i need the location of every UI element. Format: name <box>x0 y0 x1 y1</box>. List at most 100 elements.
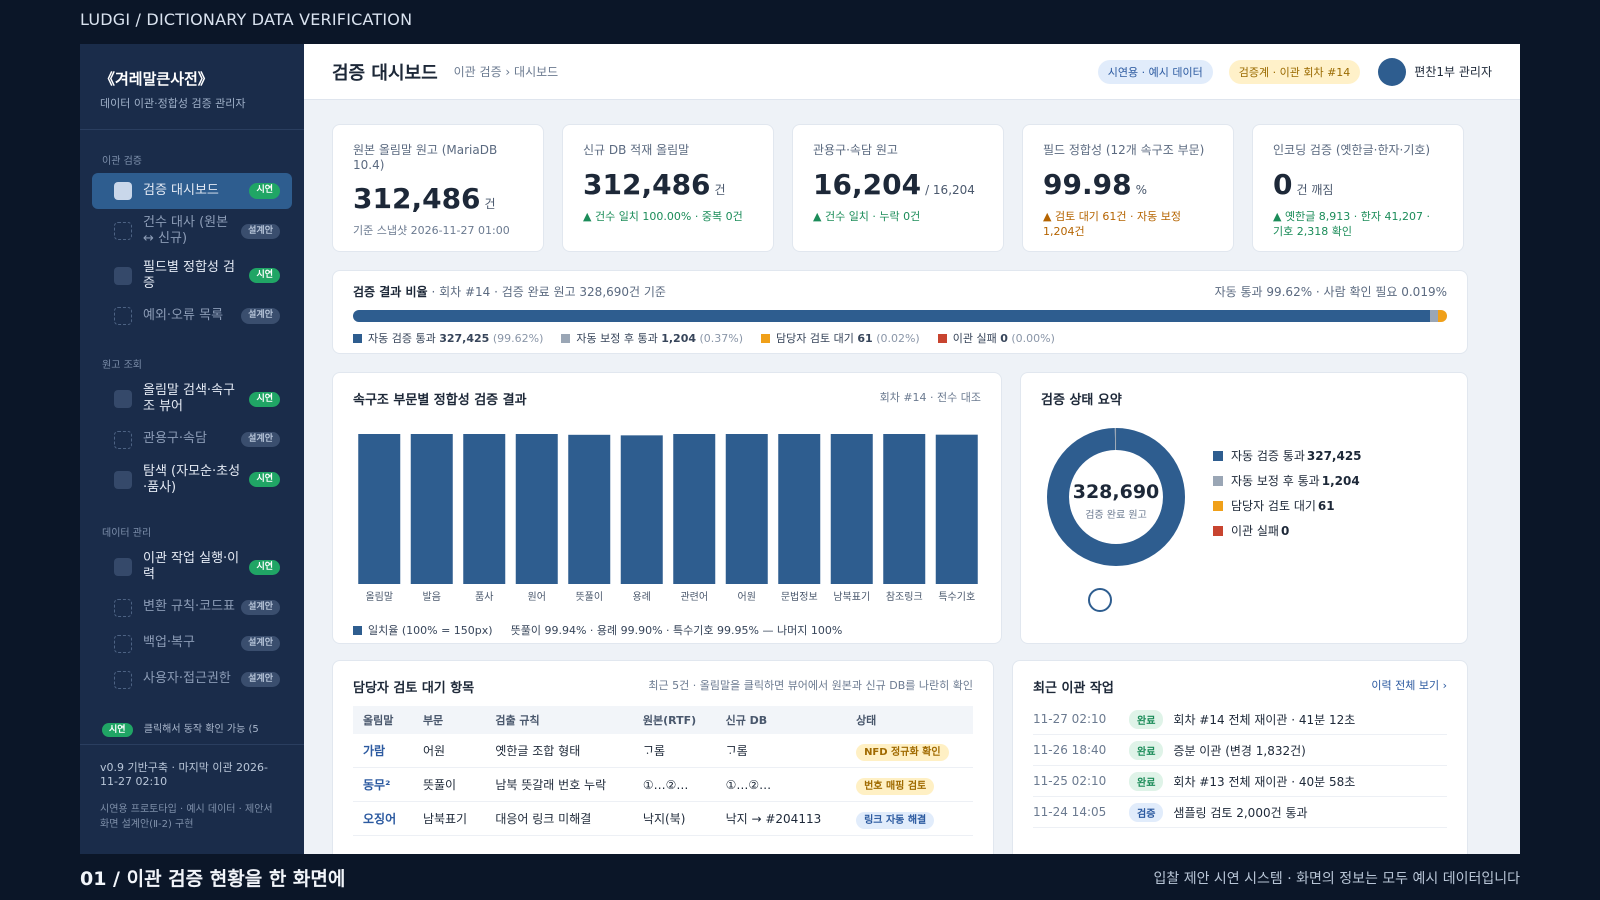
ratio-title: 검증 결과 비율 <box>353 285 428 299</box>
recent-jobs-card: 최근 이관 작업 이력 전체 보기 › 11-27 02:10 완료 회차 #14 … <box>1012 660 1468 854</box>
ratio-legend-pct: (0.00%) <box>1011 332 1055 345</box>
table-header-1: 부문 <box>412 706 486 734</box>
bar-6[interactable] <box>673 434 716 584</box>
headword-link[interactable]: 오징어 <box>353 801 413 836</box>
bar-label-2: 품사 <box>475 591 493 603</box>
bar-0[interactable] <box>358 434 401 584</box>
sidebar-section-label: 이관 검증 <box>102 156 142 167</box>
migration-round-chip[interactable]: 검증계 · 이관 회차 #14 <box>1228 59 1361 84</box>
sidebar-item-1-1[interactable]: 관용구·속담 설계안 <box>92 422 292 458</box>
status-badge[interactable]: NFD 정규화 확인 <box>856 744 949 761</box>
ratio-legend-label: 이관 실패 <box>952 332 997 345</box>
ratio-legend-count: 0 <box>1000 332 1008 345</box>
job-row[interactable]: 11-24 14:05 검증 샘플링 검토 2,000건 통과 <box>1033 797 1447 828</box>
sidebar-item-badge: 시연 <box>249 268 280 284</box>
nav-square-icon <box>114 266 132 285</box>
sidebar-item-badge: 설계안 <box>241 308 280 324</box>
sidebar-item-badge: 설계안 <box>241 431 280 448</box>
bar-1[interactable] <box>410 434 453 584</box>
kpi-card: 필드 정합성 (12개 속구조 부문) 99.98% ▲ 검토 대기 61건 · 자… <box>1022 124 1234 252</box>
nav-square-icon <box>114 558 132 577</box>
bar-9[interactable] <box>830 434 873 584</box>
kpi-unit: 건 <box>484 197 496 211</box>
ratio-legend-count: 1,204 <box>661 332 696 345</box>
ratio-summary: 자동 통과 99.62% · 사람 확인 필요 0.019% <box>1214 285 1447 299</box>
ratio-legend-pct: (0.02%) <box>876 332 920 345</box>
status-legend-count: 327,425 <box>1306 448 1362 463</box>
bar-label-11: 특수기호 <box>938 591 975 603</box>
status-legend-label: 자동 검증 통과 <box>1231 449 1305 463</box>
job-row[interactable]: 11-27 02:10 완료 회차 #14 전체 재이관 · 41분 12초 <box>1033 704 1447 735</box>
sidebar-section-label: 원고 조회 <box>102 360 142 371</box>
kpi-value: 312,486 건 <box>353 182 523 215</box>
sidebar-item-0-2[interactable]: 필드별 정합성 검증 시연 <box>92 254 292 299</box>
kpi-unit: % <box>1135 183 1147 197</box>
bar-label-8: 문법정보 <box>781 591 818 603</box>
rule-cell: 옛한글 조합 형태 <box>485 734 633 768</box>
bar-label-7: 어원 <box>738 591 756 603</box>
legend-swatch <box>1213 450 1223 461</box>
nav-square-icon <box>114 670 132 689</box>
status-legend-label: 이관 실패 <box>1231 524 1279 538</box>
bar-3[interactable] <box>515 434 558 584</box>
bar-11[interactable] <box>935 434 978 584</box>
kpi-card: 관용구·속담 원고 16,204/ 16,204 ▲ 건수 일치 · 누락 0건 <box>792 124 1004 252</box>
breadcrumb: 이관 검증 › 대시보드 <box>453 65 559 79</box>
job-row[interactable]: 11-25 02:10 완료 회차 #13 전체 재이관 · 40분 58초 <box>1033 766 1447 797</box>
kpi-note: ▲ 건수 일치 · 누락 0건 <box>813 210 921 223</box>
jobs-title: 최근 이관 작업 <box>1033 681 1114 696</box>
legend-swatch <box>561 334 571 343</box>
bar-label-4: 뜻풀이 <box>575 591 603 603</box>
sidebar-section-label: 데이터 관리 <box>102 528 152 539</box>
kpi-number: 312,486 <box>353 182 481 215</box>
status-legend-item: 이관 실패 0 <box>1213 522 1362 539</box>
sidebar-item-2-3[interactable]: 사용자·접근권한 설계안 <box>92 662 292 698</box>
kpi-label: 관용구·속담 원고 <box>813 143 898 157</box>
bar-10[interactable] <box>883 434 926 584</box>
section-cell: 남북표기 <box>412 801 486 836</box>
review-table: 올림말 부문 검출 규칙 원본(RTF) 신규 DB 상태 가람 어원 옛한글 조합 형태 ᄀᆞ롬… <box>353 706 973 836</box>
job-badge: 완료 <box>1129 771 1164 791</box>
status-legend-label: 자동 보정 후 통과 <box>1231 474 1320 488</box>
frame-footer: 01 / 이관 검증 현황을 한 화면에 입찰 제안 시연 시스템 · 화면의 … <box>80 864 1520 891</box>
headword-link[interactable]: 동무² <box>353 767 413 802</box>
status-badge[interactable]: 링크 자동 해결 <box>856 812 935 829</box>
prototype-note: 시연용 프로토타입 · 예시 데이터 · 제안서 화면 설계안(Ⅱ-2) 구현 <box>100 804 273 830</box>
bar-4[interactable] <box>568 434 611 584</box>
app-window: 《겨레말큰사전》 데이터 이관·정합성 검증 관리자 이관 검증검증 대시보드 시… <box>80 44 1520 854</box>
bar-5[interactable] <box>620 435 663 584</box>
sidebar-item-2-1[interactable]: 변환 규칙·코드표 설계안 <box>92 590 292 626</box>
kpi-note: ▲ 검토 대기 61건 · 자동 보정 1,204건 <box>1043 210 1182 239</box>
sidebar-item-2-2[interactable]: 백업·복구 설계안 <box>92 626 292 662</box>
status-badge[interactable]: 번호 매핑 검토 <box>856 778 935 795</box>
job-badge: 완료 <box>1129 740 1164 760</box>
sidebar-item-badge: 설계안 <box>241 671 280 688</box>
sidebar-item-1-2[interactable]: 탐색 (자모순·초성·품사) 시연 <box>92 458 292 503</box>
avatar[interactable] <box>1378 57 1407 86</box>
sidebar-item-0-0[interactable]: 검증 대시보드 시연 <box>92 173 292 209</box>
status-cell: NFD 정규화 확인 <box>846 734 973 768</box>
sidebar-item-0-1[interactable]: 건수 대사 (원본 ↔ 신규) 설계안 <box>92 209 292 254</box>
bar-2[interactable] <box>463 434 506 584</box>
legend-swatch <box>937 334 947 343</box>
chart-subtitle: 회차 #14 · 전수 대조 <box>879 391 981 404</box>
sidebar-item-badge: 설계안 <box>241 599 280 616</box>
legend-swatch <box>353 626 362 635</box>
brand: 《겨레말큰사전》 데이터 이관·정합성 검증 관리자 <box>80 44 304 130</box>
sidebar-item-label: 예외·오류 목록 <box>143 307 224 323</box>
headword-link[interactable]: 가람 <box>353 734 413 768</box>
sidebar-item-2-0[interactable]: 이관 작업 실행·이력 시연 <box>92 545 292 590</box>
bar-8[interactable] <box>778 434 821 584</box>
ratio-legend-count: 61 <box>857 332 873 345</box>
kpi-label: 인코딩 검증 (옛한글·한자·기호) <box>1273 143 1431 157</box>
job-row[interactable]: 11-26 18:40 완료 증분 이관 (변경 1,832건) <box>1033 735 1447 766</box>
table-row: 오징어 남북표기 대응어 링크 미해결 낙지(북) 낙지 → #204113 링크 자동 … <box>353 801 973 836</box>
sidebar-item-1-0[interactable]: 올림말 검색·속구조 뷰어 시연 <box>92 377 292 422</box>
jobs-history-link[interactable]: 이력 전체 보기 › <box>1371 677 1447 696</box>
kpi-number: 0 <box>1273 168 1293 201</box>
sidebar-item-0-3[interactable]: 예외·오류 목록 설계안 <box>92 298 292 334</box>
nav-square-icon <box>114 598 132 617</box>
bar-7[interactable] <box>725 434 768 584</box>
admin-name[interactable]: 편찬1부 관리자 <box>1414 63 1492 80</box>
kpi-card: 신규 DB 적재 올림말 312,486 건 ▲ 건수 일치 100.00% · 중복… <box>562 124 774 252</box>
